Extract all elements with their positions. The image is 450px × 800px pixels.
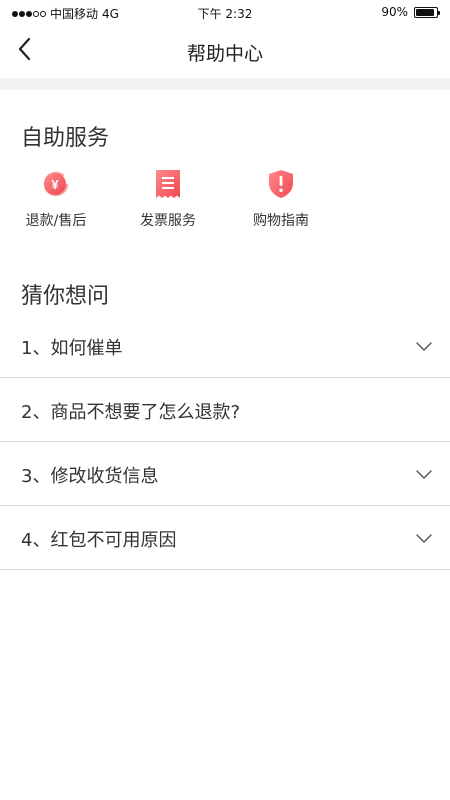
faq-question: 2、商品不想要了怎么退款? [21, 402, 241, 423]
chevron-down-icon [416, 470, 432, 479]
faq-item[interactable]: 2、商品不想要了怎么退款? [0, 378, 450, 442]
section-divider [0, 78, 450, 90]
refund-yen-icon: ¥ [43, 171, 69, 197]
self-service-title: 自助服务 [21, 126, 110, 151]
chevron-down-icon [416, 534, 432, 543]
faq-item[interactable]: 3、修改收货信息 [0, 442, 450, 506]
service-refund-aftersale[interactable]: ¥ 退款/售后 [6, 168, 106, 230]
status-bar: 中国移动 4G 下午 2:32 90% [0, 0, 450, 25]
faq-item[interactable]: 4、红包不可用原因 [0, 506, 450, 570]
shopping-guide-shield-icon [269, 170, 293, 198]
faq-question: 1、如何催单 [21, 338, 123, 359]
self-service-grid: ¥ 退款/售后 发票服务 购物指南 [0, 168, 450, 238]
service-label: 发票服务 [140, 213, 196, 229]
faq-title: 猜你想问 [21, 284, 110, 309]
page-title: 帮助中心 [186, 43, 263, 65]
battery-icon [414, 6, 440, 18]
faq-item[interactable]: 1、如何催单 [0, 314, 450, 378]
service-shopping-guide[interactable]: 购物指南 [231, 168, 331, 230]
battery-percent: 90% [381, 5, 408, 19]
faq-question: 3、修改收货信息 [21, 466, 159, 487]
chevron-down-icon [416, 342, 432, 351]
faq-question: 4、红包不可用原因 [21, 530, 177, 551]
faq-list: 1、如何催单 2、商品不想要了怎么退款? 3、修改收货信息 4、红包不可用原因 [0, 314, 450, 570]
nav-bar: 帮助中心 [0, 25, 450, 77]
service-label: 购物指南 [253, 213, 309, 229]
service-label: 退款/售后 [25, 213, 87, 229]
svg-text:¥: ¥ [51, 177, 59, 192]
invoice-receipt-icon [156, 170, 180, 198]
battery-info: 90% [381, 5, 440, 19]
service-invoice[interactable]: 发票服务 [118, 168, 218, 230]
